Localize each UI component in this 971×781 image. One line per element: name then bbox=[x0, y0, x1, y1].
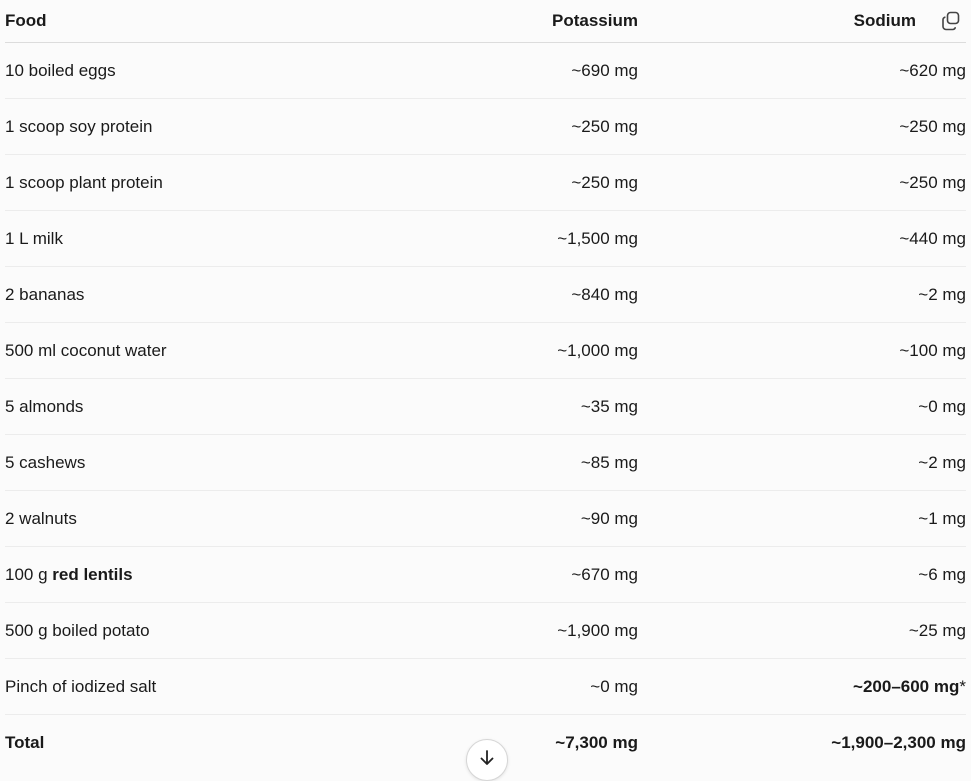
food-cell: Pinch of iodized salt bbox=[5, 658, 405, 715]
total-sodium: ~1,900–2,300 mg bbox=[831, 732, 966, 752]
sodium-cell: ~2 mg bbox=[638, 266, 966, 323]
food-name: 10 boiled eggs bbox=[5, 60, 116, 80]
table-row: 2 walnuts ~90 mg ~1 mg bbox=[5, 490, 966, 547]
table-row: 500 g boiled potato ~1,900 mg ~25 mg bbox=[5, 602, 966, 659]
footnote-marker: * bbox=[959, 676, 966, 696]
sodium-cell: ~250 mg bbox=[638, 98, 966, 155]
food-name: 5 cashews bbox=[5, 452, 86, 472]
food-name: 2 bananas bbox=[5, 284, 85, 304]
food-name: 500 ml coconut water bbox=[5, 340, 167, 360]
food-cell: 2 walnuts bbox=[5, 490, 405, 547]
potassium-cell: ~250 mg bbox=[405, 98, 638, 155]
sodium-cell: ~0 mg bbox=[638, 378, 966, 435]
food-cell: 1 L milk bbox=[5, 210, 405, 267]
food-cell: 100 g red lentils bbox=[5, 546, 405, 603]
food-column-header: Food bbox=[5, 0, 405, 43]
food-name: 1 L milk bbox=[5, 228, 63, 248]
sodium-cell: ~25 mg bbox=[638, 602, 966, 659]
food-name: 500 g boiled potato bbox=[5, 620, 150, 640]
food-cell: 1 scoop plant protein bbox=[5, 154, 405, 211]
sodium-cell: ~200–600 mg* bbox=[638, 658, 966, 715]
potassium-cell: ~670 mg bbox=[405, 546, 638, 603]
total-label: Total bbox=[5, 732, 45, 752]
potassium-cell: ~1,900 mg bbox=[405, 602, 638, 659]
table-row: 100 g red lentils ~670 mg ~6 mg bbox=[5, 546, 966, 603]
food-name: 1 scoop plant protein bbox=[5, 172, 163, 192]
table-row: 1 scoop soy protein ~250 mg ~250 mg bbox=[5, 98, 966, 155]
sodium-cell: ~250 mg bbox=[638, 154, 966, 211]
nutrition-table: Food Potassium Sodium 10 boiled eggs ~690… bbox=[5, 0, 966, 770]
sodium-value-emphasis: ~200–600 mg bbox=[853, 676, 960, 696]
table-row: 1 scoop plant protein ~250 mg ~250 mg bbox=[5, 154, 966, 211]
food-cell: 5 almonds bbox=[5, 378, 405, 435]
food-name-emphasis: red lentils bbox=[52, 564, 133, 584]
food-cell: 500 ml coconut water bbox=[5, 322, 405, 379]
table-row: 1 L milk ~1,500 mg ~440 mg bbox=[5, 210, 966, 267]
food-cell: 10 boiled eggs bbox=[5, 42, 405, 99]
table-row: 2 bananas ~840 mg ~2 mg bbox=[5, 266, 966, 323]
sodium-header-label: Sodium bbox=[853, 11, 916, 30]
arrow-down-icon bbox=[477, 748, 497, 773]
potassium-cell: ~690 mg bbox=[405, 42, 638, 99]
sodium-cell: ~440 mg bbox=[638, 210, 966, 267]
food-cell: 5 cashews bbox=[5, 434, 405, 491]
scroll-down-button[interactable] bbox=[466, 739, 508, 781]
potassium-column-header: Potassium bbox=[405, 0, 638, 43]
potassium-cell: ~85 mg bbox=[405, 434, 638, 491]
sodium-cell: ~1 mg bbox=[638, 490, 966, 547]
food-cell: 500 g boiled potato bbox=[5, 602, 405, 659]
food-name: 100 g bbox=[5, 564, 53, 584]
total-potassium: ~7,300 mg bbox=[555, 732, 638, 752]
food-cell: 1 scoop soy protein bbox=[5, 98, 405, 155]
food-cell: 2 bananas bbox=[5, 266, 405, 323]
nutrition-table-container: Food Potassium Sodium 10 boiled eggs ~690… bbox=[0, 0, 971, 781]
table-row: 500 ml coconut water ~1,000 mg ~100 mg bbox=[5, 322, 966, 379]
table-row: Pinch of iodized salt ~0 mg ~200–600 mg* bbox=[5, 658, 966, 715]
potassium-cell: ~90 mg bbox=[405, 490, 638, 547]
table-row: 5 cashews ~85 mg ~2 mg bbox=[5, 434, 966, 491]
table-header-row: Food Potassium Sodium bbox=[5, 0, 966, 43]
potassium-cell: ~35 mg bbox=[405, 378, 638, 435]
copy-icon[interactable] bbox=[941, 11, 961, 31]
potassium-cell: ~1,000 mg bbox=[405, 322, 638, 379]
food-name: 5 almonds bbox=[5, 396, 84, 416]
potassium-cell: ~0 mg bbox=[405, 658, 638, 715]
potassium-cell: ~250 mg bbox=[405, 154, 638, 211]
sodium-cell: ~620 mg bbox=[638, 42, 966, 99]
table-row: 5 almonds ~35 mg ~0 mg bbox=[5, 378, 966, 435]
sodium-cell: ~100 mg bbox=[638, 322, 966, 379]
sodium-cell: ~6 mg bbox=[638, 546, 966, 603]
sodium-cell: ~2 mg bbox=[638, 434, 966, 491]
potassium-cell: ~840 mg bbox=[405, 266, 638, 323]
food-name: Pinch of iodized salt bbox=[5, 676, 157, 696]
food-name: 2 walnuts bbox=[5, 508, 77, 528]
table-row: 10 boiled eggs ~690 mg ~620 mg bbox=[5, 42, 966, 99]
potassium-cell: ~1,500 mg bbox=[405, 210, 638, 267]
food-name: 1 scoop soy protein bbox=[5, 116, 153, 136]
sodium-column-header: Sodium bbox=[638, 0, 966, 43]
